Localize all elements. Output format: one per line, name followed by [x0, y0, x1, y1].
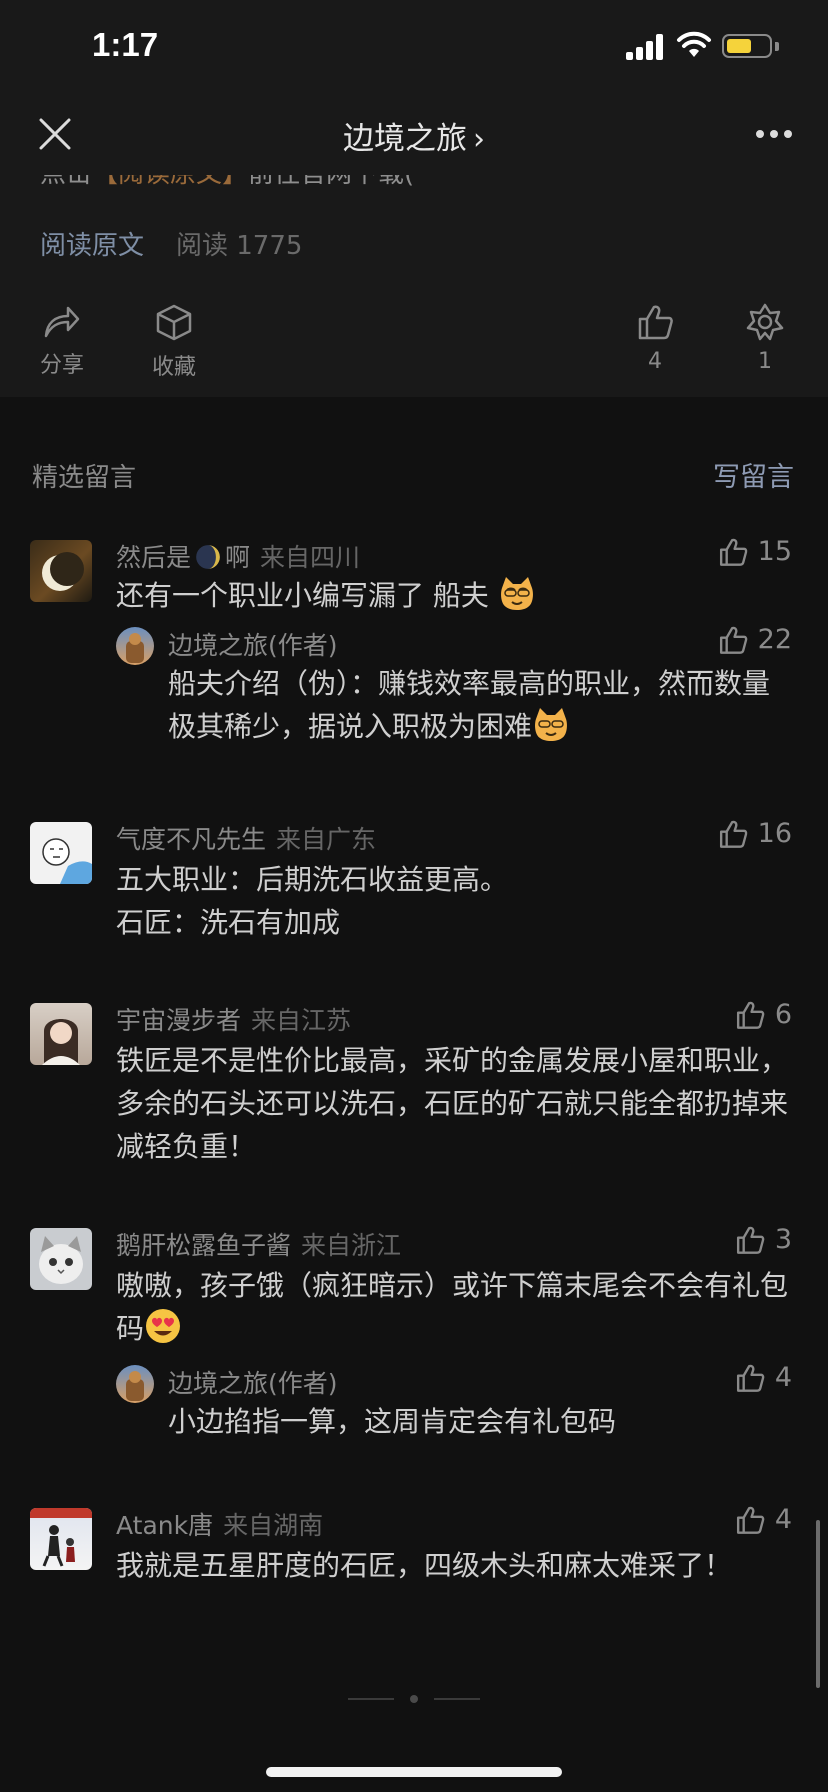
author-reply-text: 船夫介绍（伪）：赚钱效率最高的职业，然而数量极其稀少，据说入职极为困难 — [168, 667, 771, 743]
commenter-name[interactable]: 然后是啊来自四川 — [116, 538, 360, 574]
favorite-label: 收藏 — [151, 355, 196, 380]
commenter-name[interactable]: 宇宙漫步者 来自江苏 — [116, 1001, 351, 1037]
comment-text: 嗷嗷，孩子饿（疯狂暗示）或许下篇末尾会不会有礼包码 — [116, 1269, 789, 1345]
avatar[interactable] — [30, 1508, 92, 1570]
home-indicator[interactable] — [266, 1767, 562, 1777]
comments-title: 精选留言 — [32, 463, 137, 493]
comment-text: 我就是五星肝度的石匠，四级木头和麻太难采了！ — [116, 1549, 733, 1582]
battery-cap — [775, 42, 779, 51]
cat-emoji-icon — [500, 577, 533, 610]
cellular-signal-icon — [626, 34, 666, 60]
thumbs-up-icon — [719, 626, 747, 654]
comment-text: 铁匠是不是性价比最高，采矿的金属发展小屋和职业，多余的石头还可以洗石，石匠的矿石… — [116, 1044, 789, 1163]
thumbs-up-icon — [736, 1506, 765, 1534]
read-count: 阅读 1775 — [176, 231, 303, 261]
comment-item: Atank唐 来自湖南 4 我就是五星肝度的石匠，四级木头和麻太难采了！ — [0, 1498, 828, 1638]
comment-item: 然后是啊来自四川 15 还有一个职业小编写漏了 船夫 边境之旅(作者) 22 船… — [0, 530, 828, 770]
comment-like-button[interactable]: 15 — [718, 536, 792, 567]
author-reply-name[interactable]: 边境之旅(作者) — [168, 1364, 338, 1400]
scrollbar[interactable] — [816, 1520, 820, 1688]
comment-text: 还有一个职业小编写漏了 船夫 — [116, 574, 788, 617]
thumbs-up-icon — [736, 1364, 765, 1392]
wow-button[interactable]: 1 — [738, 303, 792, 374]
comments-header: 精选留言 写留言 — [0, 397, 828, 507]
wow-count: 1 — [758, 349, 772, 374]
star-flower-icon — [746, 303, 784, 341]
clipped-article-line: 点击【阅读原文】前往官网下载( — [40, 175, 414, 190]
reply-like-button[interactable]: 22 — [718, 624, 792, 655]
page-indicator — [348, 1695, 480, 1703]
comment-like-button[interactable]: 16 — [718, 818, 792, 849]
author-reply-text: 小边掐指一算，这周肯定会有礼包码 — [168, 1405, 617, 1438]
avatar[interactable] — [30, 540, 92, 602]
comment-like-button[interactable]: 4 — [735, 1504, 792, 1535]
wifi-icon — [677, 31, 711, 57]
author-avatar[interactable] — [116, 1365, 154, 1403]
avatar[interactable] — [30, 1003, 92, 1065]
comment-like-button[interactable]: 6 — [735, 999, 792, 1030]
reply-like-count: 22 — [757, 624, 792, 655]
commenter-name[interactable]: Atank唐 来自湖南 — [116, 1506, 323, 1542]
thumbs-up-icon — [736, 1001, 765, 1029]
battery-icon — [722, 34, 772, 58]
status-bar: 1:17 — [0, 0, 828, 95]
like-button[interactable]: 4 — [628, 303, 682, 374]
comment-item: 宇宙漫步者 来自江苏 6 铁匠是不是性价比最高，采矿的金属发展小屋和职业，多余的石… — [0, 993, 828, 1173]
comment-like-count: 16 — [757, 818, 792, 849]
thumbs-up-icon — [719, 820, 747, 848]
box-icon — [156, 304, 192, 341]
write-comment-button[interactable]: 写留言 — [713, 455, 794, 494]
share-label: 分享 — [39, 353, 84, 378]
account-title[interactable]: 边境之旅 › — [0, 113, 828, 158]
article-footer: 点击【阅读原文】前往官网下载( 阅读原文 阅读 1775 分享 收藏 4 1 — [0, 175, 828, 397]
comment-like-count: 6 — [774, 999, 792, 1030]
more-icon[interactable] — [756, 130, 792, 140]
favorite-button[interactable]: 收藏 — [144, 303, 204, 381]
nav-bar: 边境之旅 › — [0, 95, 828, 175]
comment-item: 鹅肝松露鱼子酱 来自浙江 3 嗷嗷，孩子饿（疯狂暗示）或许下篇末尾会不会有礼包码 … — [0, 1218, 828, 1448]
heart-eyes-emoji-icon — [146, 1309, 181, 1343]
like-count: 4 — [648, 349, 662, 374]
crescent-moon-icon — [196, 545, 220, 569]
author-reply-name[interactable]: 边境之旅(作者) — [168, 626, 338, 662]
avatar[interactable] — [30, 822, 92, 884]
comment-like-count: 15 — [757, 536, 792, 567]
commenter-name[interactable]: 气度不凡先生 来自广东 — [116, 820, 376, 856]
share-icon — [44, 306, 80, 338]
chevron-right-icon[interactable]: › — [473, 122, 485, 157]
thumbs-up-icon — [638, 305, 673, 340]
author-avatar[interactable] — [116, 627, 154, 665]
read-original-link[interactable]: 阅读原文 — [40, 225, 144, 262]
account-title-text[interactable]: 边境之旅 — [343, 121, 467, 157]
avatar[interactable] — [30, 1228, 92, 1290]
commenter-name[interactable]: 鹅肝松露鱼子酱 来自浙江 — [116, 1226, 401, 1262]
comment-text: 五大职业：后期洗石收益更高。 石匠：洗石有加成 — [116, 863, 509, 939]
comment-like-count: 3 — [774, 1224, 792, 1255]
thumbs-up-icon — [736, 1226, 765, 1254]
comment-like-count: 4 — [774, 1504, 792, 1535]
cat-emoji-icon — [535, 708, 567, 741]
thumbs-up-icon — [719, 538, 747, 566]
comment-like-button[interactable]: 3 — [735, 1224, 792, 1255]
status-time: 1:17 — [92, 26, 159, 63]
comment-item: 气度不凡先生 来自广东 16 五大职业：后期洗石收益更高。 石匠：洗石有加成 — [0, 812, 828, 952]
reply-like-count: 4 — [774, 1362, 792, 1393]
share-button[interactable]: 分享 — [34, 303, 90, 379]
reply-like-button[interactable]: 4 — [735, 1362, 792, 1393]
